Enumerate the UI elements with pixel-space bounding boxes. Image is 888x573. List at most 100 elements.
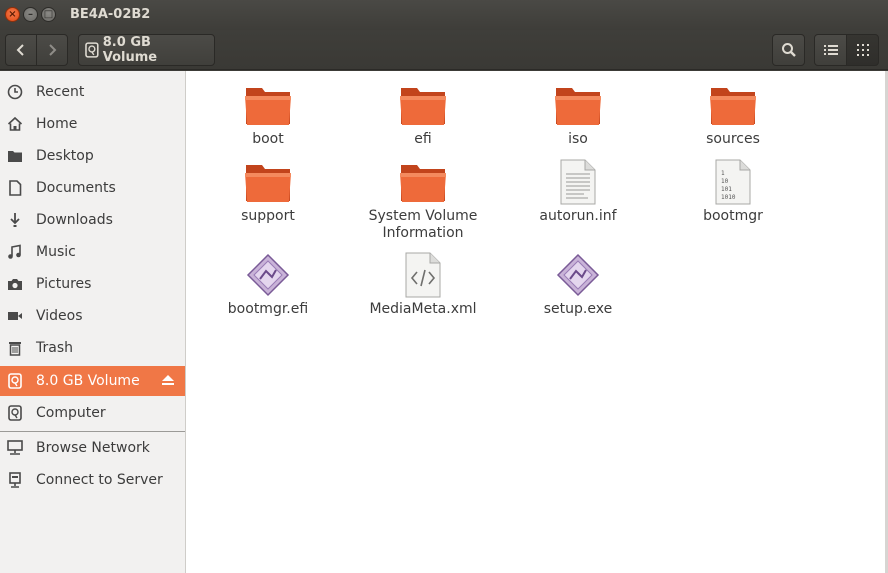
sidebar-item-label: Videos	[36, 308, 83, 324]
list-view-button[interactable]	[814, 34, 847, 66]
search-button[interactable]	[772, 34, 805, 66]
desktop-folder-icon	[8, 151, 22, 162]
camera-icon	[8, 279, 22, 290]
sidebar-item-label: Trash	[36, 340, 73, 356]
file-item-autorun-inf[interactable]: autorun.inf	[508, 158, 648, 225]
minimize-icon: –	[28, 8, 33, 20]
drive-icon	[8, 405, 22, 421]
sidebar-item-videos[interactable]: Videos	[0, 301, 185, 331]
file-name: boot	[252, 131, 284, 147]
close-icon: ×	[8, 8, 17, 20]
file-name: autorun.inf	[539, 208, 617, 224]
folder-icon	[710, 88, 756, 125]
sidebar-item-label: 8.0 GB Volume	[36, 373, 140, 389]
folder-icon	[400, 165, 446, 202]
file-item-bootmgr-efi[interactable]: bootmgr.efi	[198, 251, 338, 318]
list-icon	[823, 45, 838, 55]
file-item-efi[interactable]: efi	[353, 81, 493, 148]
close-window-button[interactable]: ×	[5, 7, 20, 22]
svg-text:1: 1	[721, 170, 725, 177]
sidebar-divider	[0, 431, 185, 432]
grid-view-button[interactable]	[846, 34, 879, 66]
file-view: boot efi iso sources support System Volu…	[186, 71, 885, 573]
svg-text:10: 10	[721, 178, 729, 185]
toolbar: 8.0 GB Volume	[0, 30, 888, 70]
file-name: MediaMeta.xml	[369, 301, 477, 317]
video-icon	[8, 312, 22, 320]
sidebar-item-label: Downloads	[36, 212, 113, 228]
download-icon	[10, 213, 20, 227]
sidebar-item-trash[interactable]: Trash	[0, 333, 185, 363]
sidebar-item-label: Music	[36, 244, 76, 260]
maximize-icon: □	[43, 8, 54, 20]
file-name: bootmgr	[703, 208, 763, 224]
sidebar-item-music[interactable]: Music	[0, 237, 185, 267]
music-icon	[8, 244, 21, 259]
location-label: 8.0 GB Volume	[102, 35, 158, 65]
file-item-sources[interactable]: sources	[663, 81, 803, 148]
file-item-setup-exe[interactable]: setup.exe	[508, 251, 648, 318]
chevron-right-icon	[49, 44, 57, 56]
sidebar-item-label: Browse Network	[36, 440, 150, 456]
eject-icon[interactable]	[161, 374, 175, 386]
chevron-left-icon	[16, 44, 24, 56]
minimize-window-button[interactable]: –	[23, 7, 38, 22]
location-button[interactable]: 8.0 GB Volume	[78, 34, 215, 66]
network-icon	[7, 440, 23, 455]
sidebar-item-label: Recent	[36, 84, 85, 100]
drive-icon	[8, 373, 22, 389]
file-name: bootmgr.efi	[227, 301, 309, 317]
folder-icon	[555, 88, 601, 125]
document-icon	[9, 180, 22, 196]
maximize-window-button[interactable]: □	[41, 7, 56, 22]
file-item-boot[interactable]: boot	[198, 81, 338, 148]
sidebar-item-documents[interactable]: Documents	[0, 173, 185, 203]
file-name: iso	[568, 131, 588, 147]
file-item-support[interactable]: support	[198, 158, 338, 225]
file-item-bootmgr[interactable]: 1 10 101 1010 bootmgr	[663, 158, 803, 225]
file-item-iso[interactable]: iso	[508, 81, 648, 148]
file-name: support	[241, 208, 295, 224]
sidebar-item-downloads[interactable]: Downloads	[0, 205, 185, 235]
sidebar-item-computer[interactable]: Computer	[0, 398, 185, 428]
svg-text:101: 101	[721, 186, 732, 193]
executable-icon	[246, 253, 290, 297]
folder-icon	[400, 88, 446, 125]
forward-button[interactable]	[36, 34, 68, 66]
text-file-icon	[560, 159, 596, 205]
sidebar-item-pictures[interactable]: Pictures	[0, 269, 185, 299]
xml-file-icon	[405, 252, 441, 298]
file-item-mediameta-xml[interactable]: MediaMeta.xml	[353, 251, 493, 318]
window-title: BE4A-02B2	[70, 7, 151, 22]
sidebar-item-browse-network[interactable]: Browse Network	[0, 433, 185, 463]
file-name: System Volume Information	[368, 208, 478, 241]
search-icon	[781, 43, 796, 57]
svg-text:1010: 1010	[721, 194, 736, 201]
sidebar-item-label: Home	[36, 116, 78, 132]
drive-icon	[85, 42, 99, 58]
sidebar-item-label: Connect to Server	[36, 472, 163, 488]
sidebar-item-label: Documents	[36, 180, 116, 196]
sidebar-item-label: Desktop	[36, 148, 94, 164]
sidebar-item-volume[interactable]: 8.0 GB Volume	[0, 366, 185, 396]
file-item-system-volume-information[interactable]: System Volume Information	[353, 158, 493, 242]
sidebar-item-recent[interactable]: Recent	[0, 77, 185, 107]
sidebar-item-label: Computer	[36, 405, 106, 421]
file-name: efi	[414, 131, 432, 147]
sidebar-item-home[interactable]: Home	[0, 109, 185, 139]
home-icon	[7, 116, 23, 131]
server-icon	[9, 472, 21, 488]
folder-icon	[245, 165, 291, 202]
file-name: sources	[706, 131, 760, 147]
places-sidebar: Recent Home Desktop Documents Downloads …	[0, 71, 186, 573]
sidebar-item-desktop[interactable]: Desktop	[0, 141, 185, 171]
title-bar: × – □ BE4A-02B2	[0, 0, 888, 30]
sidebar-item-connect-server[interactable]: Connect to Server	[0, 465, 185, 495]
trash-icon	[9, 342, 21, 356]
folder-icon	[245, 88, 291, 125]
sidebar-item-label: Pictures	[36, 276, 92, 292]
binary-file-icon: 1101011010	[715, 159, 751, 205]
file-name: setup.exe	[543, 301, 613, 317]
clock-icon	[7, 84, 23, 100]
back-button[interactable]	[5, 34, 37, 66]
